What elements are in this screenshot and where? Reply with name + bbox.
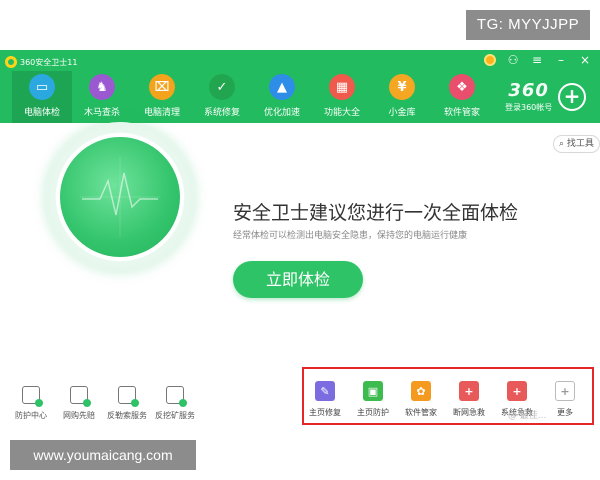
service-shopping-compensation[interactable]: 网购先赔 — [58, 386, 100, 421]
tg-watermark: TG: MYYJJPP — [466, 10, 590, 40]
tab-pc-checkup[interactable]: ▭ 电脑体检 — [12, 71, 72, 123]
checkup-headline: 安全卫士建议您进行一次全面体检 — [233, 202, 519, 224]
tool-label: 软件管家 — [405, 408, 437, 417]
service-anti-mining[interactable]: 反挖矿服务 — [154, 386, 196, 421]
mining-shield-icon — [166, 386, 187, 407]
tab-label: 软件管家 — [443, 108, 480, 118]
tab-label: 电脑清理 — [143, 108, 180, 118]
tab-pc-cleanup[interactable]: ⌧ 电脑清理 — [132, 71, 192, 123]
shirt-icon[interactable]: ⚇ — [506, 53, 520, 67]
grid-icon: ▦ — [329, 74, 355, 100]
tab-label: 系统修复 — [203, 108, 240, 118]
app-title-area: 360安全卫士11 — [5, 56, 77, 68]
service-label: 网购先赔 — [63, 411, 95, 420]
service-label: 反勒索服务 — [107, 411, 147, 420]
tool-homepage-protect[interactable]: ▣ 主页防护 — [357, 381, 389, 418]
tab-label: 木马查杀 — [83, 108, 120, 118]
app-logo-icon — [5, 56, 17, 68]
service-list: 防护中心 网购先赔 反勒索服务 反挖矿服务 — [10, 386, 196, 421]
tool-label: 主页修复 — [309, 408, 341, 417]
service-label: 防护中心 — [15, 411, 47, 420]
brand-360: 360 — [508, 80, 549, 101]
tab-system-repair[interactable]: ✓ 系统修复 — [192, 71, 252, 123]
service-anti-ransomware[interactable]: 反勒索服务 — [106, 386, 148, 421]
menu-icon[interactable]: ≡ — [530, 53, 544, 67]
tab-features[interactable]: ▦ 功能大全 — [312, 71, 372, 123]
shield-icon: ✓ — [209, 74, 235, 100]
shield-check-icon — [22, 386, 43, 407]
login-link[interactable]: 登录360帐号 — [505, 102, 552, 113]
tab-vault[interactable]: ¥ 小金库 — [372, 71, 432, 123]
broom-icon: ⌧ — [149, 74, 175, 100]
rocket-icon: ▲ — [269, 74, 295, 100]
software-icon: ❖ — [449, 74, 475, 100]
plus-icon: + — [555, 381, 575, 401]
tab-label: 功能大全 — [323, 108, 360, 118]
checkup-subline: 经常体检可以检测出电脑安全隐患，保持您的电脑运行健康 — [233, 231, 468, 241]
tab-optimize[interactable]: ▲ 优化加速 — [252, 71, 312, 123]
tool-label: 主页防护 — [357, 408, 389, 417]
file-lock-icon — [118, 386, 139, 407]
tab-label: 电脑体检 — [23, 108, 60, 118]
tool-software-manager[interactable]: ✿ 软件管家 — [405, 381, 437, 418]
tool-label: 更多 — [557, 408, 573, 417]
coin-icon: ¥ — [389, 74, 415, 100]
tab-label: 优化加速 — [263, 108, 300, 118]
horse-icon: ♞ — [89, 74, 115, 100]
find-tool-button[interactable]: ⌕ 找工具 — [553, 135, 600, 153]
tab-trojan-scan[interactable]: ♞ 木马查杀 — [72, 71, 132, 123]
tool-label: 断网急救 — [453, 408, 485, 417]
account-area[interactable]: 360 登录360帐号 — [505, 80, 552, 113]
main-tabs: ▭ 电脑体检 ♞ 木马查杀 ⌧ 电脑清理 ✓ 系统修复 ▲ 优化加速 ▦ 功能大… — [12, 71, 492, 123]
plus-icon[interactable]: + — [558, 83, 586, 111]
service-protection-center[interactable]: 防护中心 — [10, 386, 52, 421]
tab-software-manager[interactable]: ❖ 软件管家 — [432, 71, 492, 123]
medal-icon[interactable] — [484, 54, 496, 66]
tool-homepage-repair[interactable]: ✎ 主页修复 — [309, 381, 341, 418]
medkit-icon: + — [507, 381, 527, 401]
first-aid-icon: + — [459, 381, 479, 401]
titlebar: 360安全卫士11 ⚇ ≡ – × ▭ 电脑体检 ♞ 木马查杀 ⌧ 电脑清理 ✓ — [0, 50, 600, 123]
start-checkup-button[interactable]: 立即体检 — [233, 261, 363, 298]
monitor-icon: ▭ — [29, 74, 55, 100]
app-title: 360安全卫士11 — [20, 57, 78, 67]
window-controls: ⚇ ≡ – × — [484, 53, 592, 67]
close-icon[interactable]: × — [578, 53, 592, 67]
site-watermark: www.youmaicang.com — [10, 440, 196, 470]
cart-icon — [70, 386, 91, 407]
service-label: 反挖矿服务 — [155, 411, 195, 420]
weibo-watermark: @ 最佳... — [508, 411, 547, 421]
find-tool-label: 找工具 — [566, 139, 594, 149]
tool-network-rescue[interactable]: + 断网急救 — [453, 381, 485, 418]
heartbeat-icon — [60, 137, 180, 257]
wrench-icon: ✎ — [315, 381, 335, 401]
tool-more[interactable]: + 更多 — [550, 381, 580, 418]
lock-icon: ▣ — [363, 381, 383, 401]
pinwheel-icon: ✿ — [411, 381, 431, 401]
search-icon: ⌕ — [559, 139, 565, 149]
tab-label: 小金库 — [388, 108, 416, 118]
minimize-icon[interactable]: – — [554, 53, 568, 67]
